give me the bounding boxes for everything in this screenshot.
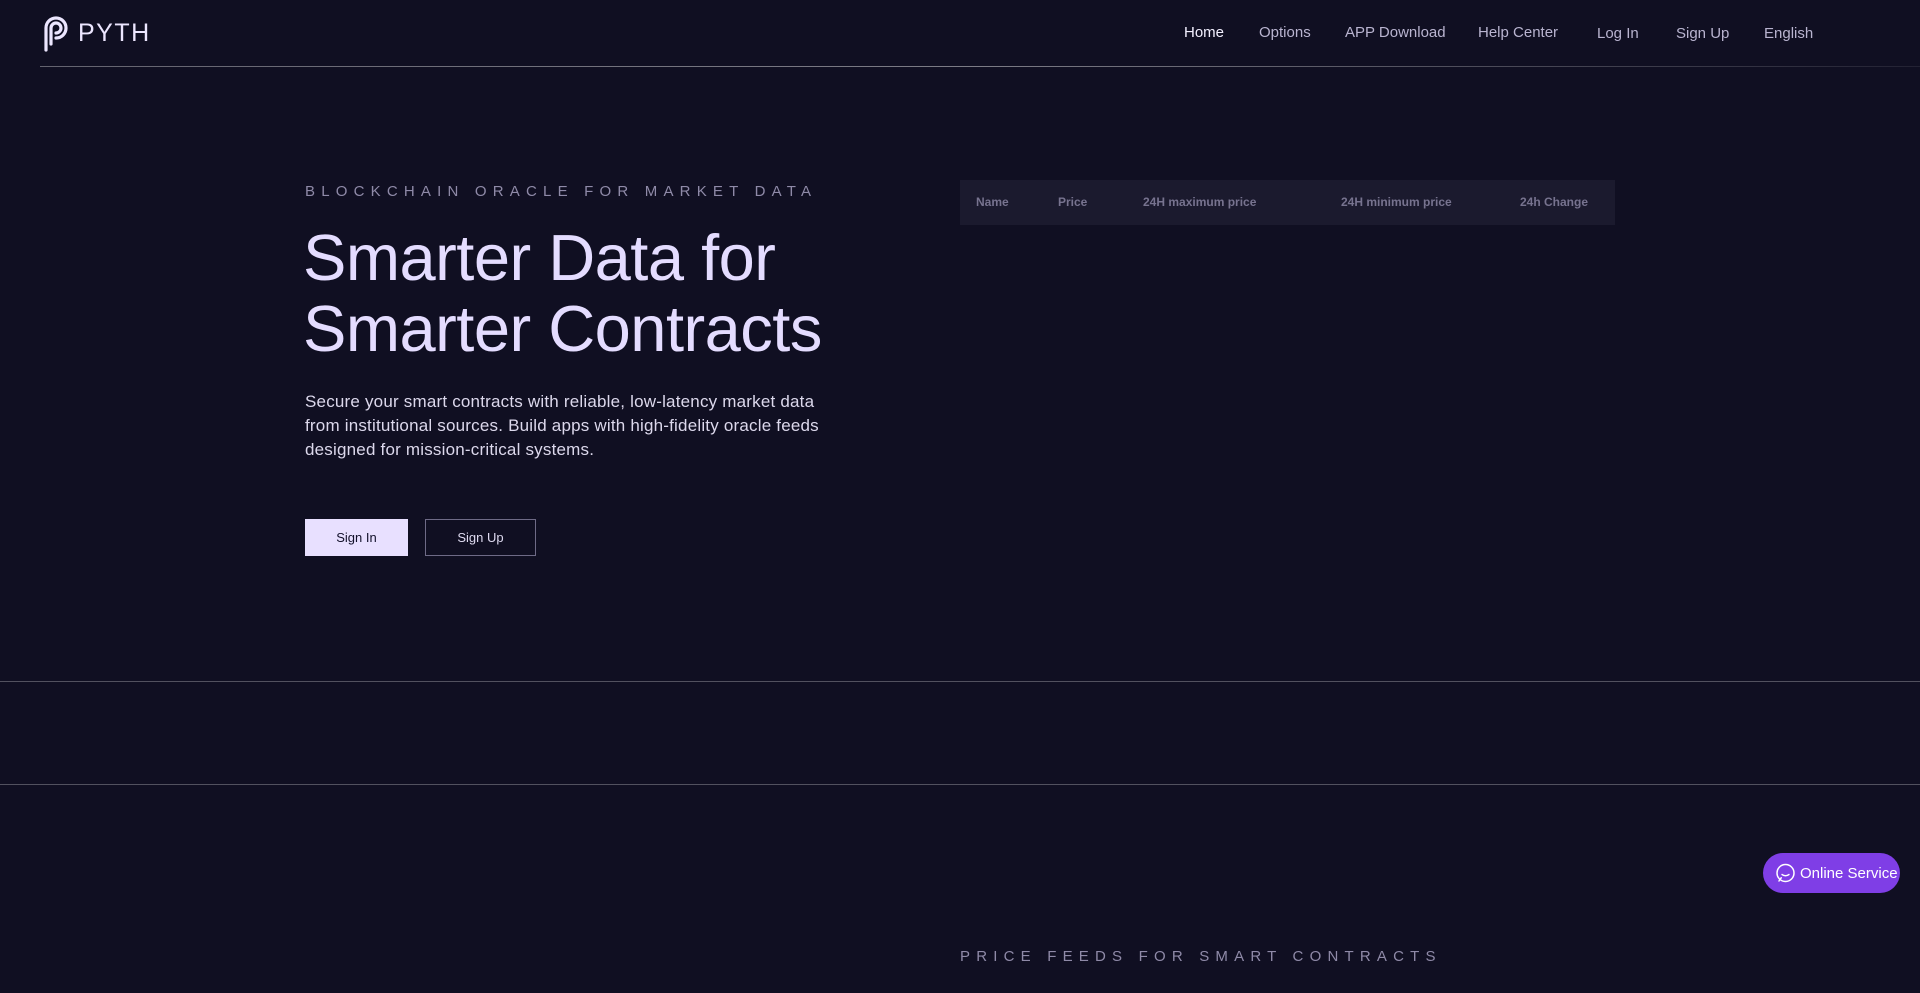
chat-bubble-icon [1775,863,1796,884]
nav-app-download[interactable]: APP Download [1345,24,1446,41]
column-24h-max: 24H maximum price [1143,195,1257,209]
market-table-header: Name Price 24H maximum price 24H minimum… [960,180,1615,225]
nav-home[interactable]: Home [1184,24,1224,41]
hero-title: Smarter Data for Smarter Contracts [303,222,903,364]
hero-eyebrow: BLOCKCHAIN ORACLE FOR MARKET DATA [305,183,818,200]
language-selector[interactable]: English [1764,25,1813,42]
column-price: Price [1058,195,1088,209]
nav-sign-up[interactable]: Sign Up [1676,25,1729,42]
header-divider [40,66,1920,67]
hero-title-line-2: Smarter Contracts [303,292,822,365]
nav-help-center[interactable]: Help Center [1478,24,1558,41]
online-service-label: Online Service [1800,864,1898,882]
hero-title-line-1: Smarter Data for [303,221,776,294]
hero-description: Secure your smart contracts with reliabl… [305,392,819,459]
column-24h-change: 24h Change [1520,195,1589,209]
sign-in-button[interactable]: Sign In [305,519,408,556]
column-24h-min: 24H minimum price [1341,195,1452,209]
nav-options[interactable]: Options [1259,24,1311,41]
column-name: Name [976,195,1009,209]
main-nav: Home Options APP Download Help Center Lo… [0,0,1920,67]
nav-log-in[interactable]: Log In [1597,25,1639,42]
online-service-button[interactable]: Online Service [1763,853,1900,893]
section-divider-top [0,681,1920,682]
price-feeds-eyebrow: PRICE FEEDS FOR SMART CONTRACTS [960,948,1442,965]
sign-up-button[interactable]: Sign Up [425,519,536,556]
site-header: PYTH Home Options APP Download Help Cent… [0,0,1920,67]
section-divider-bottom [0,784,1920,785]
